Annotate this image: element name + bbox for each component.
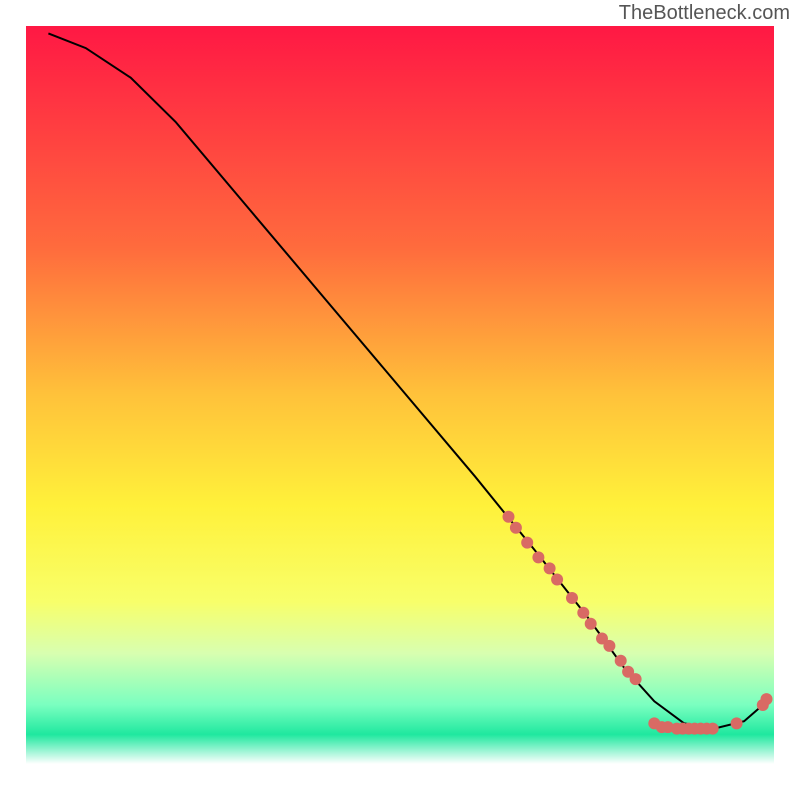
data-marker: [551, 574, 563, 586]
data-marker: [731, 717, 743, 729]
data-marker: [707, 723, 719, 735]
watermark-text: TheBottleneck.com: [619, 2, 790, 25]
data-marker: [532, 551, 544, 563]
data-marker: [603, 640, 615, 652]
data-marker: [630, 673, 642, 685]
data-marker: [503, 511, 515, 523]
data-marker: [585, 618, 597, 630]
bottleneck-chart: [0, 0, 800, 800]
data-marker: [761, 693, 773, 705]
data-marker: [615, 655, 627, 667]
data-marker: [566, 592, 578, 604]
chart-container: TheBottleneck.com: [0, 0, 800, 800]
data-marker: [521, 537, 533, 549]
plot-background: [26, 26, 774, 764]
data-marker: [544, 562, 556, 574]
data-marker: [577, 607, 589, 619]
data-marker: [510, 522, 522, 534]
